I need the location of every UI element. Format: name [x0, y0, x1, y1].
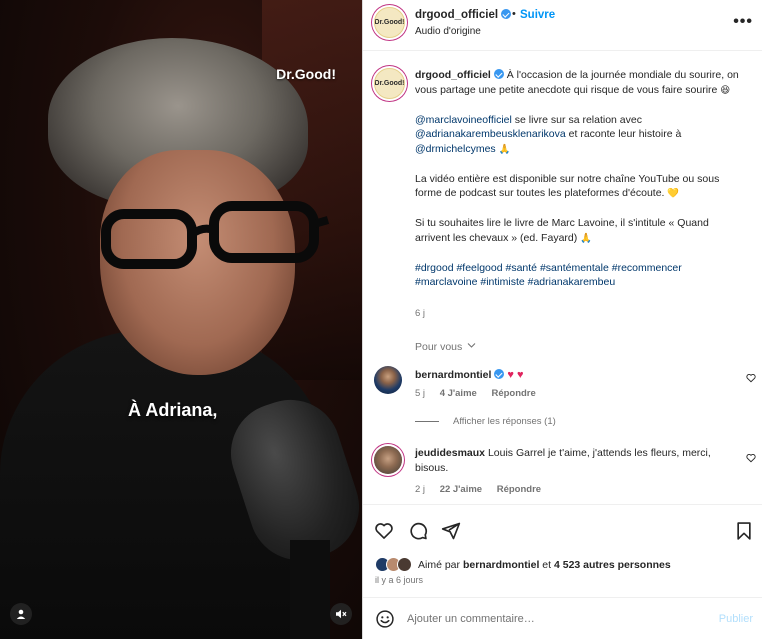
author-avatar[interactable]: Dr.Good!: [374, 7, 405, 38]
publish-button[interactable]: Publier: [719, 613, 753, 625]
yellow-heart-emoji-icon: 💛: [667, 188, 680, 199]
verified-badge-icon: [501, 9, 512, 19]
caption-p2-text1: se livre sur sa relation avec: [511, 113, 642, 126]
chevron-down-icon: [467, 343, 476, 348]
author-avatar-logo: Dr.Good!: [374, 19, 405, 26]
comment-text: jeudidesmaux Louis Garrel je t'aime, j'a…: [415, 446, 735, 475]
tagged-users-button[interactable]: [10, 603, 32, 625]
caption-paragraph-4: Si tu souhaites lire le livre de Marc La…: [415, 216, 745, 246]
comment-meta: 2 j 22 J'aime Répondre: [415, 484, 553, 495]
liker-avatar: [397, 557, 412, 572]
liked-by-summary[interactable]: Aimé par bernardmontiel et 4 523 autres …: [375, 557, 671, 572]
video-subtitle: À Adriana,: [128, 400, 218, 420]
speaker-glasses: [101, 201, 330, 269]
praying-hands-emoji-icon: 🙏: [580, 232, 593, 244]
speaker-muted-icon: [336, 609, 347, 619]
add-comment-bar: Publier: [363, 597, 762, 639]
liked-by-prefix: Aimé par: [418, 558, 461, 571]
comment-icon[interactable]: [408, 521, 428, 541]
caption-paragraph-3: La vidéo entière est disponible sur notr…: [415, 172, 745, 202]
caption-paragraph-2: @marclavoineofficiel se livre sur sa rel…: [415, 113, 745, 158]
caption-time: 6 j: [415, 308, 426, 319]
comment-username[interactable]: bernardmontiel: [415, 369, 491, 381]
caption-hashtags[interactable]: #drgood #feelgood #santé #santémentale #…: [415, 261, 745, 290]
comments-sort-dropdown[interactable]: Pour vous: [415, 341, 476, 353]
comment-time: 5 j: [415, 388, 426, 399]
video-brand-watermark: Dr.Good!: [276, 66, 336, 82]
liked-by-text: Aimé par bernardmontiel et 4 523 autres …: [418, 559, 671, 571]
comment-time: 2 j: [415, 484, 426, 495]
caption-author-avatar[interactable]: Dr.Good!: [374, 68, 405, 99]
more-options-icon[interactable]: •••: [733, 13, 753, 31]
comment-like-heart-icon[interactable]: [746, 373, 756, 383]
share-icon[interactable]: [441, 521, 461, 541]
heart-emoji-icon: ♥ ♥: [507, 369, 524, 381]
caption-username[interactable]: drgood_officiel: [415, 69, 491, 81]
verified-badge-icon: [493, 69, 504, 79]
post-date: il y a 6 jours: [375, 575, 424, 585]
verified-badge-icon: [494, 369, 505, 379]
caption-author-avatar-logo: Dr.Good!: [374, 80, 405, 87]
comment-reply-button[interactable]: Répondre: [497, 484, 541, 495]
caption-p2-text2: et raconte leur histoire à: [565, 128, 682, 140]
author-username-text: drgood_officiel: [415, 9, 499, 21]
comment-input[interactable]: [407, 608, 697, 630]
comment-text: bernardmontiel ♥ ♥: [415, 368, 735, 383]
comment-meta: 5 j 4 J'aime Répondre: [415, 388, 548, 399]
liked-by-user[interactable]: bernardmontiel: [463, 559, 539, 571]
post-actions: Aimé par bernardmontiel et 4 523 autres …: [363, 504, 762, 639]
heart-icon[interactable]: [374, 521, 394, 541]
comments-scroll-area[interactable]: Dr.Good! drgood_officiel À l'occasion de…: [363, 52, 762, 504]
laughing-emoji-icon: 😆: [720, 84, 731, 96]
mute-toggle-button[interactable]: [330, 603, 352, 625]
caption-p4-text: Si tu souhaites lire le livre de Marc La…: [415, 217, 709, 244]
comment-username[interactable]: jeudidesmaux: [415, 447, 485, 459]
original-audio-link[interactable]: Audio d'origine: [415, 26, 481, 37]
liked-by-and: et: [542, 558, 552, 571]
mention-marclavoine[interactable]: @marclavoineofficiel: [415, 114, 512, 126]
comment-like-heart-icon[interactable]: [746, 453, 756, 463]
liked-by-others[interactable]: 4 523 autres personnes: [554, 559, 671, 571]
caption-paragraph-1: drgood_officiel À l'occasion de la journ…: [415, 68, 745, 98]
microphone-arm: [290, 540, 330, 639]
comment-reply-button[interactable]: Répondre: [491, 388, 535, 399]
view-replies-button[interactable]: Afficher les réponses (1): [415, 416, 556, 427]
emoji-smiley-icon[interactable]: [375, 609, 395, 629]
post-caption: drgood_officiel À l'occasion de la journ…: [415, 68, 745, 304]
mention-drmichelcymes[interactable]: @drmichelcymes: [415, 143, 496, 155]
bookmark-icon[interactable]: [734, 521, 754, 541]
comment-avatar[interactable]: [374, 446, 402, 474]
view-replies-label: Afficher les réponses (1): [453, 416, 556, 427]
author-username[interactable]: drgood_officiel: [415, 9, 512, 21]
comments-sort-label: Pour vous: [415, 341, 463, 353]
comment-likes[interactable]: 22 J'aime: [440, 484, 482, 495]
comment-likes[interactable]: 4 J'aime: [440, 388, 477, 399]
post-header: Dr.Good! drgood_officiel • Suivre Audio …: [363, 0, 762, 51]
mention-adriana[interactable]: @adrianakarembeusklenarikova: [415, 128, 566, 140]
comment-avatar[interactable]: [374, 366, 402, 394]
praying-hands-emoji-icon: 🙏: [498, 143, 511, 155]
user-icon: [16, 609, 26, 619]
post-panel: Dr.Good! drgood_officiel • Suivre Audio …: [362, 0, 762, 639]
separator-dot: •: [512, 8, 516, 20]
replies-divider-line: [415, 421, 439, 422]
video-player[interactable]: Dr.Good! À Adriana,: [0, 0, 362, 639]
follow-button[interactable]: Suivre: [520, 9, 555, 21]
